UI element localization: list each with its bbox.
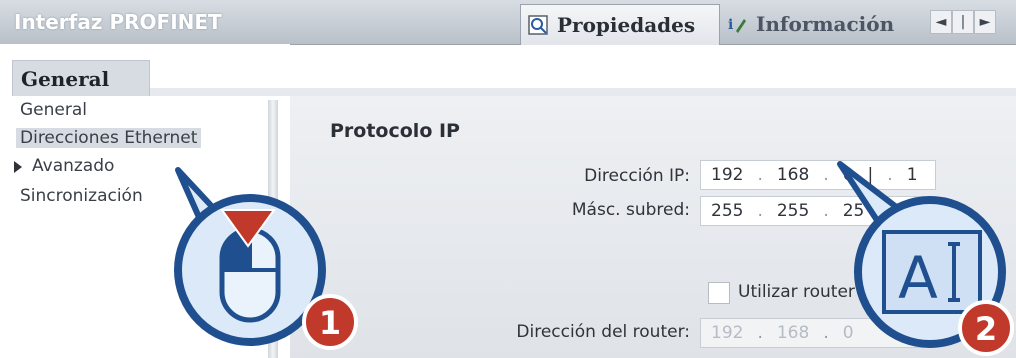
section-title: Protocolo IP (330, 120, 460, 142)
general-tab[interactable]: General (12, 60, 150, 96)
panel-title: Interfaz PROFINET (14, 10, 222, 34)
scroll-right-button[interactable]: ► (974, 10, 996, 34)
expand-caret-icon[interactable] (14, 161, 22, 173)
callout-number-1: 1 (319, 304, 341, 342)
nav-item-advanced[interactable]: Avanzado (14, 156, 115, 176)
mask-octet-2[interactable]: 255 (777, 201, 809, 221)
properties-icon (528, 15, 548, 35)
ip-octet-1[interactable]: 192 (711, 165, 743, 185)
nav-item-synchronization[interactable]: Sincronización (20, 186, 143, 206)
header-bar: Interfaz PROFINET Propiedades i Informac… (0, 0, 1016, 45)
router-address-label: Dirección del router: (516, 322, 690, 342)
general-tab-label: General (21, 67, 110, 91)
scroll-left-button[interactable]: ◄ (930, 10, 952, 34)
use-router-checkbox[interactable] (708, 282, 730, 304)
callout-glyph: A (898, 244, 938, 312)
ip-octet-2[interactable]: 168 (777, 165, 809, 185)
tab-navigation: ◄ | ► (930, 10, 996, 34)
callout-mouse: 1 (174, 167, 358, 350)
tab-information-label: Información (756, 12, 895, 36)
ip-address-label: Dirección IP: (584, 166, 690, 186)
tab-properties-label: Propiedades (557, 13, 696, 37)
callout-text-cursor: A 2 (837, 161, 1014, 356)
nav-item-general[interactable]: General (20, 100, 87, 120)
dot: . (757, 201, 763, 221)
dot: . (757, 165, 763, 185)
info-icon: i (728, 17, 746, 33)
router-octet-1: 192 (711, 323, 744, 343)
subnet-mask-label: Másc. subred: (571, 200, 690, 220)
nav-item-advanced-label: Avanzado (32, 156, 115, 176)
callout-number-2: 2 (975, 310, 997, 348)
nav-item-ethernet-addresses[interactable]: Direcciones Ethernet (16, 128, 202, 148)
router-octet-2: 168 (776, 323, 810, 343)
tab-strip (150, 88, 1016, 96)
mask-octet-1[interactable]: 255 (711, 201, 743, 221)
separator: | (952, 10, 974, 34)
dot: . (757, 323, 763, 343)
tab-information[interactable]: i Información (718, 4, 926, 44)
tab-properties[interactable]: Propiedades (520, 4, 720, 45)
svg-text:i: i (728, 17, 733, 33)
